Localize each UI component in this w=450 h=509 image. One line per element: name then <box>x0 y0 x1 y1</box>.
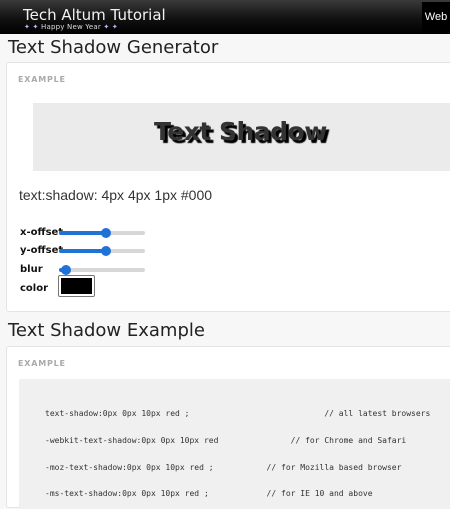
code-line: -ms-text-shadow:0px 0px 10px red ; // fo… <box>45 489 373 498</box>
css-output-text: text:shadow: 4px 4px 1px #000 <box>19 187 213 203</box>
subtitle-text: Happy New Year <box>41 23 101 31</box>
blur-slider[interactable] <box>59 265 145 275</box>
x-offset-slider-fill <box>59 231 107 235</box>
site-subtitle: ✦ ✦ Happy New Year ✦ ✦ <box>24 23 118 31</box>
example-label: EXAMPLE <box>18 359 66 368</box>
y-offset-slider[interactable] <box>59 246 145 256</box>
code-line: -moz-text-shadow:0px 0px 10px red ; // f… <box>45 463 402 472</box>
site-title[interactable]: Tech Altum Tutorial <box>23 7 166 23</box>
site-header: Tech Altum Tutorial ✦ ✦ Happy New Year ✦… <box>0 0 450 34</box>
x-offset-slider[interactable] <box>59 228 145 238</box>
generator-heading: Text Shadow Generator <box>8 37 219 58</box>
color-picker-fill <box>61 278 92 294</box>
shadow-preview-box: Text Shadow <box>33 103 450 171</box>
color-picker[interactable] <box>58 275 95 297</box>
firework-icon: ✦ ✦ <box>24 23 39 31</box>
code-block: text-shadow:0px 0px 10px red ; // all la… <box>19 379 450 509</box>
color-label: color <box>20 283 49 294</box>
blur-slider-thumb[interactable] <box>60 265 71 275</box>
code-line: text-shadow:0px 0px 10px red ; // all la… <box>45 409 431 418</box>
example-heading: Text Shadow Example <box>8 320 205 341</box>
example-label: EXAMPLE <box>18 75 66 84</box>
nav-item-web[interactable]: Web <box>422 2 450 32</box>
shadow-preview-text: Text Shadow <box>154 117 327 146</box>
x-offset-slider-thumb[interactable] <box>101 228 112 238</box>
x-offset-label: x-offset <box>20 227 64 238</box>
y-offset-slider-thumb[interactable] <box>101 246 112 256</box>
y-offset-slider-fill <box>59 249 107 253</box>
example-card: EXAMPLE text-shadow:0px 0px 10px red ; /… <box>6 346 450 509</box>
firework-icon: ✦ ✦ <box>103 23 118 31</box>
y-offset-label: y-offset <box>20 245 64 256</box>
code-line: -webkit-text-shadow:0px 0px 10px red // … <box>45 436 407 445</box>
generator-card: EXAMPLE Text Shadow text:shadow: 4px 4px… <box>6 62 450 312</box>
blur-label: blur <box>20 264 43 275</box>
